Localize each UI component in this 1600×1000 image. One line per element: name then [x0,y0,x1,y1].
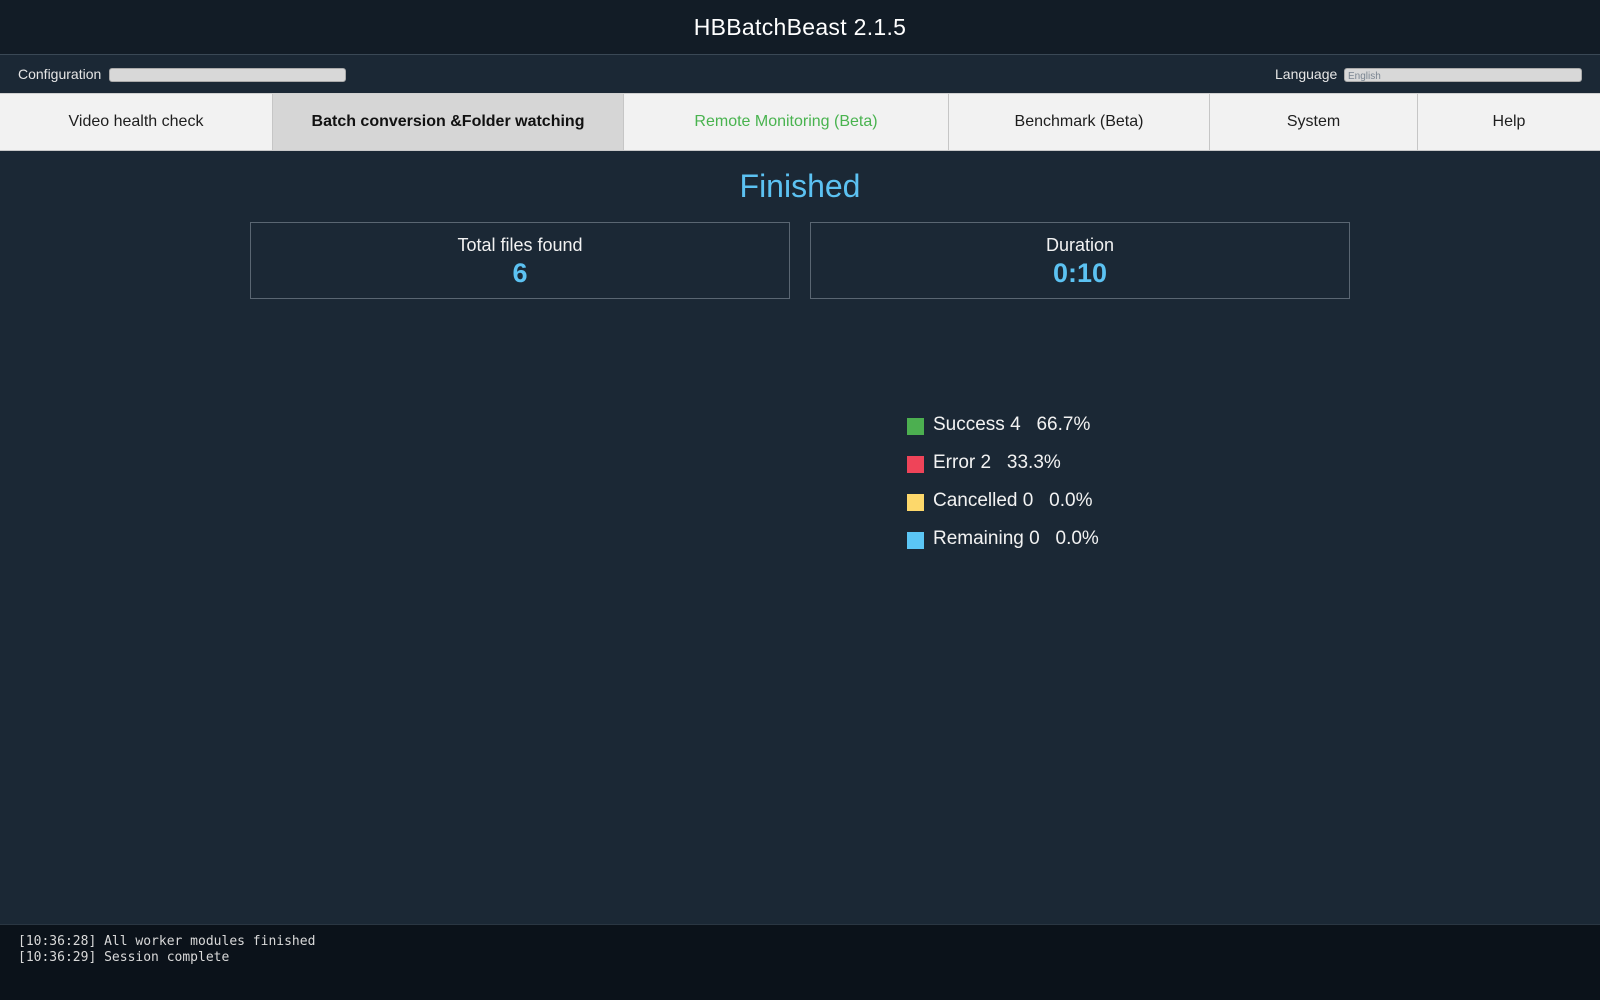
results-legend: Success 4 66.7% Error 2 33.3% Cancelled … [907,414,1167,566]
tab-help[interactable]: Help [1418,94,1600,150]
legend-text-cancelled: Cancelled 0 0.0% [933,490,1093,511]
legend-swatch-success [907,418,924,435]
language-label: Language [1275,66,1338,82]
tab-benchmark[interactable]: Benchmark (Beta) [949,94,1210,150]
legend-item-success: Success 4 66.7% [907,414,1167,452]
legend-swatch-error [907,456,924,473]
main-tabs: Video health check Batch conversion &Fol… [0,93,1600,151]
legend-text-success: Success 4 66.7% [933,414,1091,435]
legend-swatch-cancelled [907,494,924,511]
config-bar: Configuration Language English [0,55,1600,93]
tab-system[interactable]: System [1210,94,1418,150]
configuration-label: Configuration [18,66,102,82]
app-title: HBBatchBeast 2.1.5 [693,13,907,40]
legend-item-cancelled: Cancelled 0 0.0% [907,490,1167,528]
configuration-select[interactable] [109,68,346,82]
tab-video-health-check[interactable]: Video health check [0,94,273,150]
legend-text-error: Error 2 33.3% [933,452,1061,473]
total-files-card: Total files found 6 [250,222,790,299]
total-files-label: Total files found [457,235,583,255]
language-select[interactable]: English [1344,68,1582,82]
app-window: HBBatchBeast 2.1.5 Configuration Languag… [0,0,1600,1000]
duration-card: Duration 0:10 [810,222,1350,299]
title-bar: HBBatchBeast 2.1.5 [0,0,1600,55]
log-line: [10:36:28] All worker modules finished [18,934,316,949]
legend-text-remaining: Remaining 0 0.0% [933,528,1099,549]
log-panel[interactable]: [10:36:28] All worker modules finished [… [0,924,1600,1000]
duration-label: Duration [1045,235,1115,255]
duration-value: 0:10 [1052,258,1108,288]
legend-swatch-remaining [907,532,924,549]
legend-item-error: Error 2 33.3% [907,452,1167,490]
log-line: [10:36:29] Session complete [18,949,230,965]
legend-item-remaining: Remaining 0 0.0% [907,528,1167,566]
status-title: Finished [739,168,861,204]
total-files-value: 6 [512,258,528,288]
tab-batch-conversion[interactable]: Batch conversion &Folder watching [273,94,624,150]
tab-remote-monitoring[interactable]: Remote Monitoring (Beta) [624,94,949,150]
